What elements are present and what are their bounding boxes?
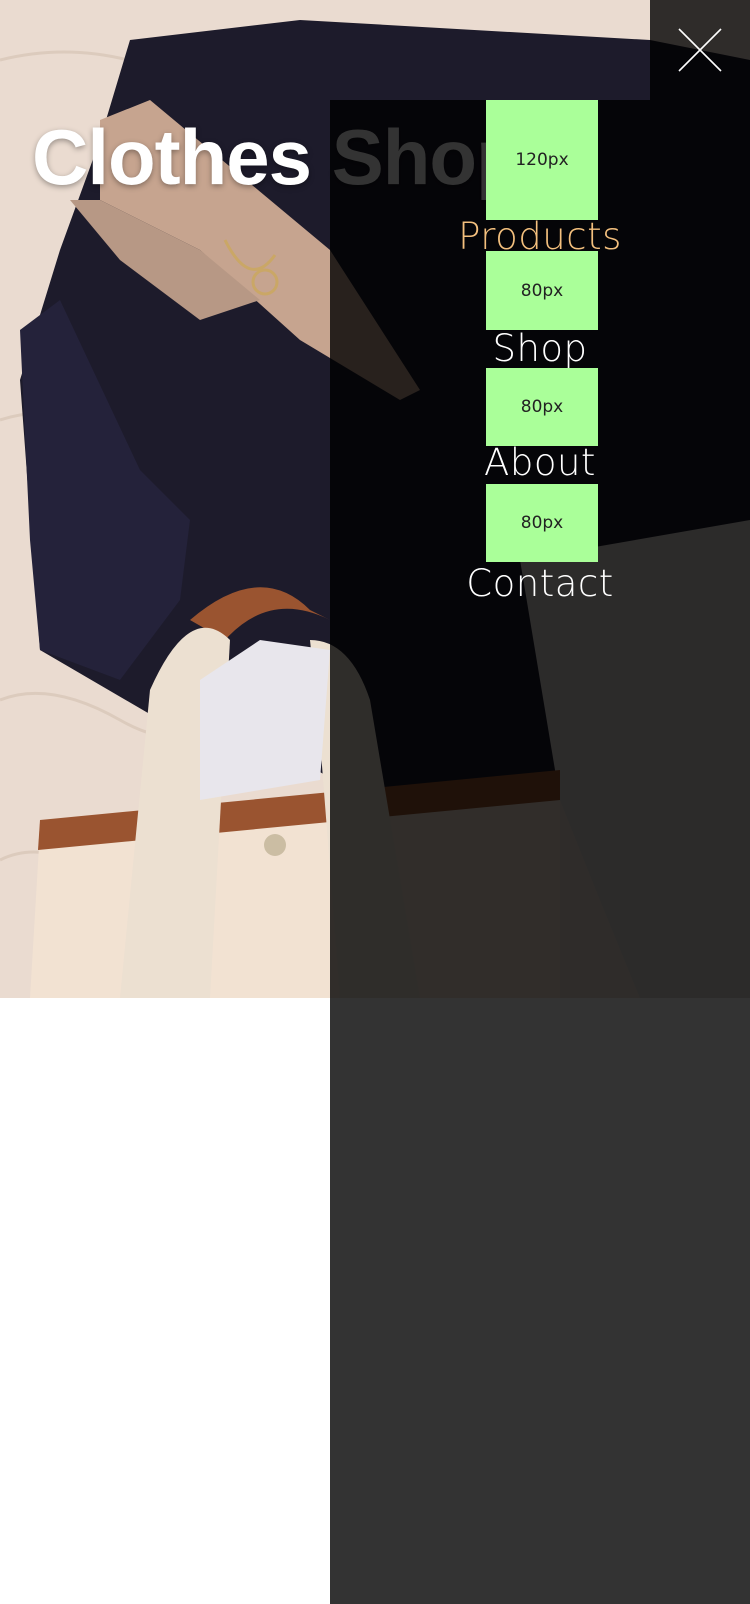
menu-spacer: 120px — [486, 100, 598, 220]
close-menu-button[interactable] — [650, 0, 750, 100]
menu-spacer: 80px — [486, 251, 598, 330]
nav-link-about[interactable]: About — [330, 444, 750, 481]
menu-spacer: 80px — [486, 484, 598, 562]
menu-spacer: 80px — [486, 368, 598, 446]
close-icon — [678, 28, 722, 72]
nav-link-contact[interactable]: Contact — [330, 565, 750, 602]
nav-link-products[interactable]: Products — [330, 218, 750, 255]
nav-link-shop[interactable]: Shop — [330, 330, 750, 367]
